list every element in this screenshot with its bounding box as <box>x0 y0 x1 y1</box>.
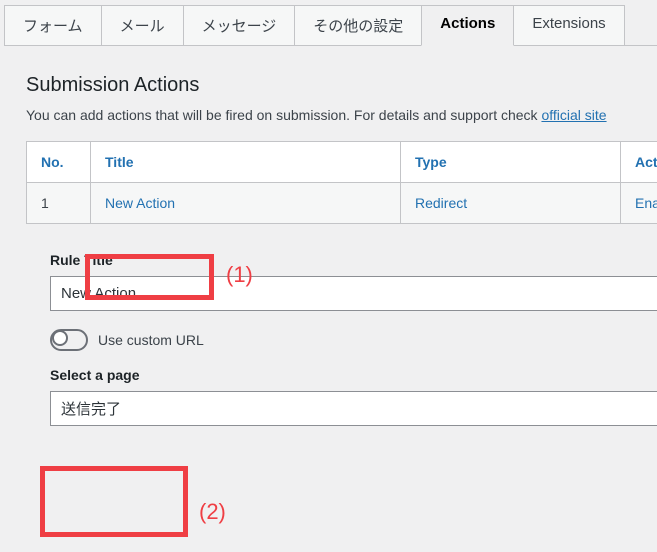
custom-url-toggle[interactable] <box>50 329 88 351</box>
col-type: Type <box>401 142 621 183</box>
annotation-box-2 <box>40 466 188 537</box>
tab-other[interactable]: その他の設定 <box>294 5 422 45</box>
annotation-label-1: (1) <box>226 262 253 288</box>
page-heading: Submission Actions <box>26 74 657 97</box>
rule-title-input[interactable] <box>50 276 657 311</box>
action-type-link[interactable]: Redirect <box>415 195 467 211</box>
tab-mail[interactable]: メール <box>101 5 184 45</box>
custom-url-label: Use custom URL <box>98 332 204 348</box>
select-page-input[interactable] <box>50 391 657 426</box>
annotation-label-2: (2) <box>199 499 226 525</box>
col-title: Title <box>91 142 401 183</box>
page-description: You can add actions that will be fired o… <box>26 107 657 123</box>
rule-title-label: Rule Title <box>50 252 657 268</box>
table-row: 1 New Action Redirect Enabled <box>27 183 657 224</box>
action-active-link[interactable]: Enabled <box>635 195 657 211</box>
select-page-label: Select a page <box>50 367 657 383</box>
col-active: Active <box>621 142 657 183</box>
settings-tabs: フォーム メール メッセージ その他の設定 Actions Extensions <box>4 5 657 46</box>
tab-form[interactable]: フォーム <box>4 5 102 45</box>
action-title-link[interactable]: New Action <box>105 195 175 211</box>
tab-extensions[interactable]: Extensions <box>513 5 624 45</box>
cell-no: 1 <box>27 183 91 224</box>
official-site-link[interactable]: official site <box>541 107 606 123</box>
tab-messages[interactable]: メッセージ <box>183 5 296 45</box>
actions-table: No. Title Type Active 1 New Action Redir… <box>26 141 657 224</box>
tab-actions[interactable]: Actions <box>421 5 514 46</box>
col-no: No. <box>27 142 91 183</box>
